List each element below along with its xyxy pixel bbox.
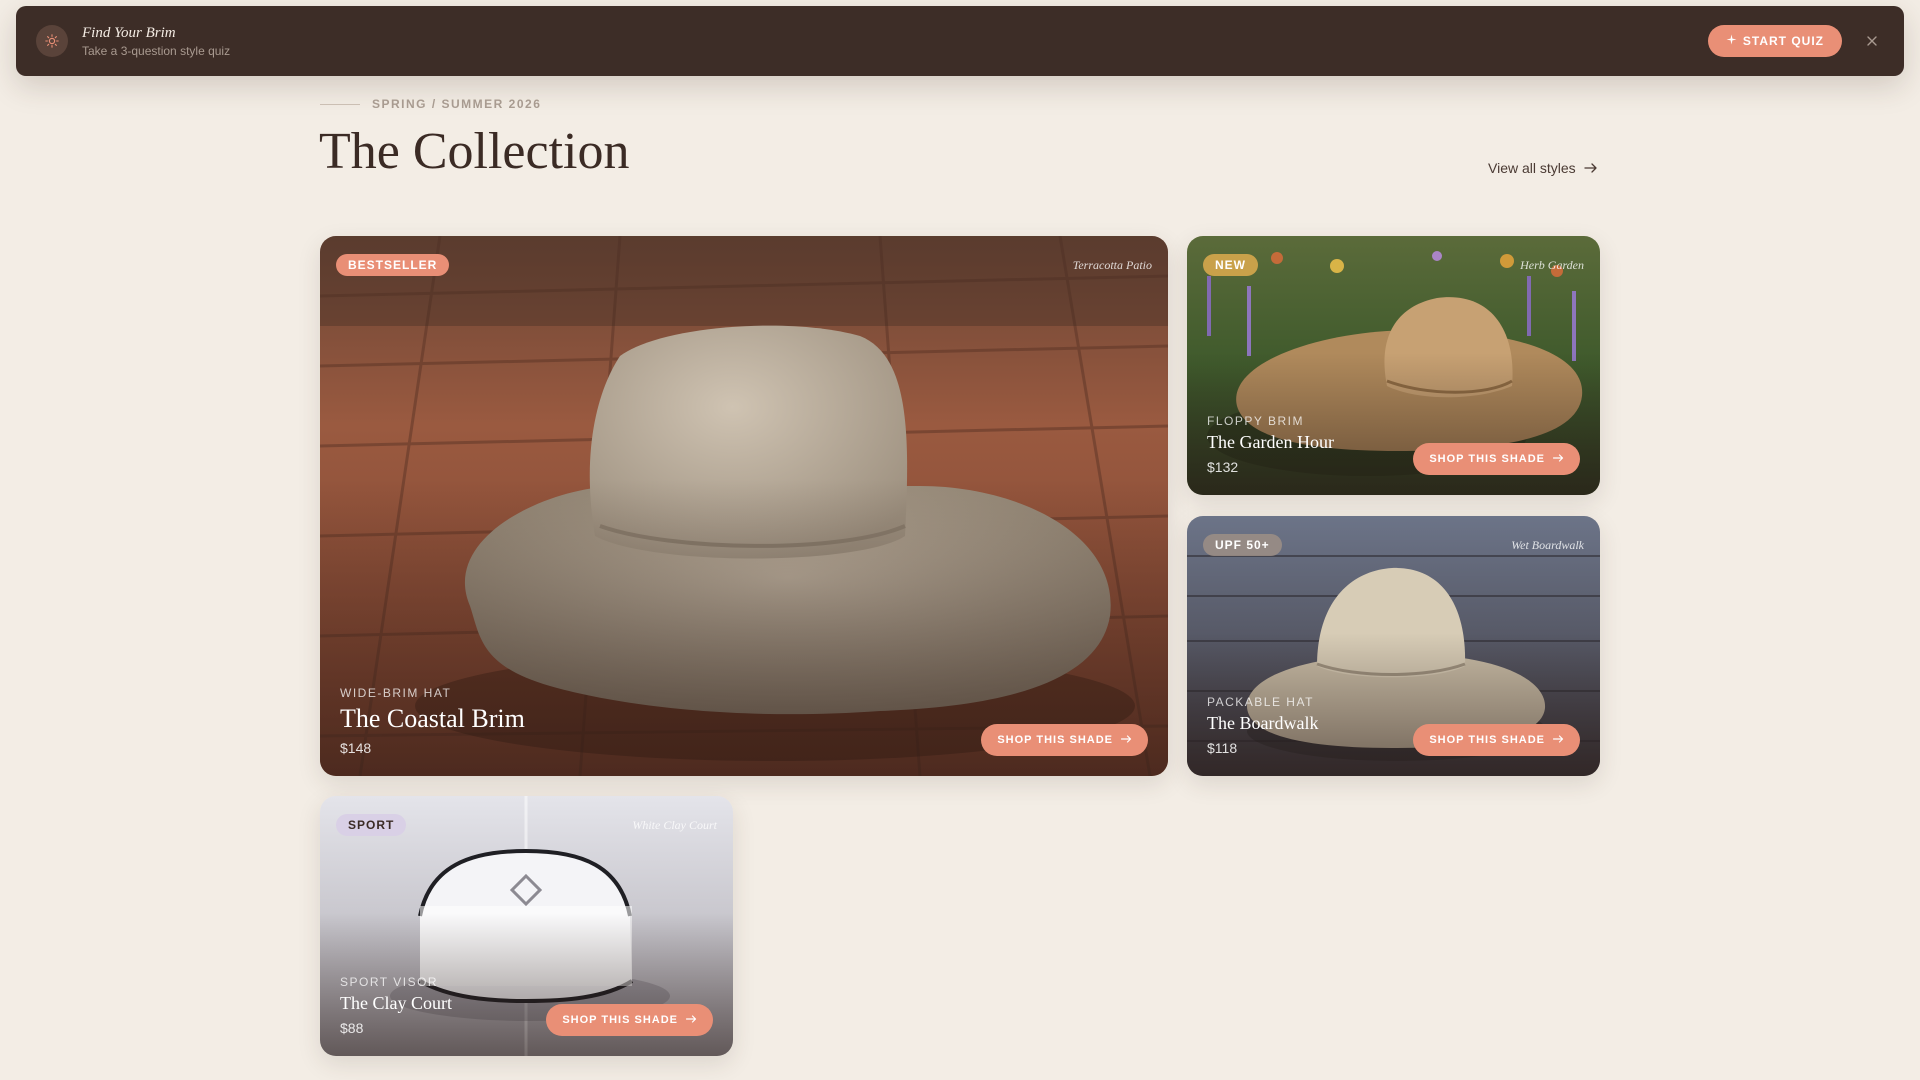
shop-button-label: SHOP THIS SHADE <box>997 734 1113 746</box>
arrow-right-icon <box>685 1014 697 1026</box>
sport-badge: SPORT <box>336 814 407 836</box>
season-label: SPRING / SUMMER 2026 <box>372 97 542 111</box>
upf-badge: UPF 50+ <box>1203 534 1282 556</box>
arrow-right-icon <box>1584 160 1598 176</box>
product-category: PACKABLE HAT <box>1207 695 1314 709</box>
location-tag: White Clay Court <box>632 818 717 832</box>
product-info: FLOPPY BRIM The Garden Hour $132 <box>1207 414 1334 475</box>
product-card-coastal-brim[interactable]: BESTSELLER Terracotta Patio WIDE-BRIM HA… <box>320 236 1168 776</box>
product-info: WIDE-BRIM HAT The Coastal Brim $148 <box>340 686 525 756</box>
product-name: The Coastal Brim <box>340 704 525 733</box>
product-price: $132 <box>1207 459 1239 475</box>
product-info: PACKABLE HAT The Boardwalk $118 <box>1207 695 1318 756</box>
shop-button-label: SHOP THIS SHADE <box>562 1014 678 1026</box>
close-icon[interactable] <box>1860 29 1884 53</box>
product-name: The Boardwalk <box>1207 713 1319 733</box>
product-category: SPORT VISOR <box>340 975 439 989</box>
bestseller-badge: BESTSELLER <box>336 254 450 276</box>
product-info: SPORT VISOR The Clay Court $88 <box>340 975 452 1036</box>
shop-this-shade-button[interactable]: SHOP THIS SHADE <box>1413 724 1580 756</box>
product-name: The Clay Court <box>340 993 452 1013</box>
banner-subtitle: Take a 3-question style quiz <box>82 44 231 58</box>
view-all-styles-link[interactable]: View all styles <box>1488 160 1598 176</box>
shop-this-shade-button[interactable]: SHOP THIS SHADE <box>546 1004 713 1036</box>
quiz-banner: Find Your Brim Take a 3-question style q… <box>16 6 1904 76</box>
product-card-garden-hour[interactable]: NEW Herb Garden FLOPPY BRIM The Garden H… <box>1187 236 1600 495</box>
banner-title: Find Your Brim <box>82 25 176 41</box>
arrow-right-icon <box>1120 734 1132 746</box>
sun-icon <box>36 25 68 57</box>
product-price: $88 <box>340 1020 364 1036</box>
location-tag: Herb Garden <box>1520 258 1584 272</box>
product-category: FLOPPY BRIM <box>1207 414 1304 428</box>
product-price: $148 <box>340 740 372 756</box>
eyebrow-divider <box>320 103 360 105</box>
product-category: WIDE-BRIM HAT <box>340 686 452 700</box>
view-all-label: View all styles <box>1488 160 1576 176</box>
product-card-clay-court[interactable]: SPORT White Clay Court SPORT VISOR The C… <box>320 796 733 1056</box>
shop-this-shade-button[interactable]: SHOP THIS SHADE <box>981 724 1148 756</box>
season-eyebrow: SPRING / SUMMER 2026 <box>320 97 541 111</box>
location-tag: Wet Boardwalk <box>1511 538 1584 552</box>
shop-button-label: SHOP THIS SHADE <box>1429 453 1545 465</box>
shop-button-label: SHOP THIS SHADE <box>1429 734 1545 746</box>
shop-this-shade-button[interactable]: SHOP THIS SHADE <box>1413 443 1580 475</box>
product-price: $118 <box>1207 740 1238 756</box>
product-name: The Garden Hour <box>1207 432 1334 452</box>
banner-text: Find Your Brim Take a 3-question style q… <box>82 24 230 58</box>
arrow-right-icon <box>1552 734 1564 746</box>
start-quiz-label: START QUIZ <box>1742 34 1824 48</box>
arrow-right-icon <box>1552 453 1564 465</box>
new-badge: NEW <box>1203 254 1258 276</box>
location-tag: Terracotta Patio <box>1072 258 1152 272</box>
page-title: The Collection <box>319 123 630 180</box>
start-quiz-button[interactable]: START QUIZ <box>1707 25 1842 57</box>
product-card-boardwalk[interactable]: UPF 50+ Wet Boardwalk PACKABLE HAT The B… <box>1187 516 1600 776</box>
sparkle-icon <box>1726 34 1737 48</box>
